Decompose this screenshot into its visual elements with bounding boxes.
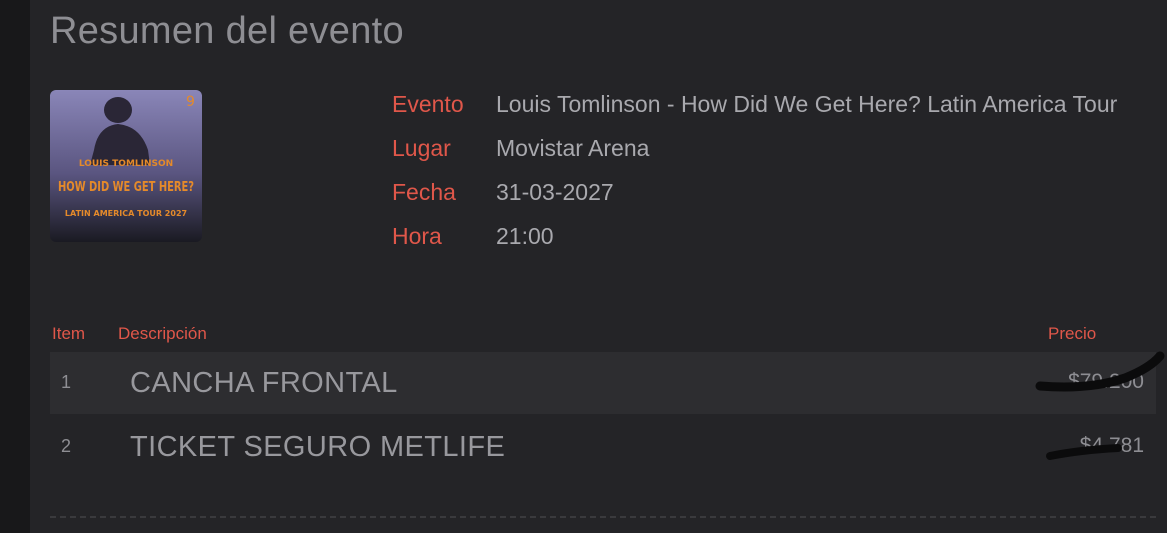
detail-row-event: Evento Louis Tomlinson - How Did We Get … [392, 88, 1152, 120]
header-description: Descripción [118, 324, 207, 343]
row-description: CANCHA FRONTAL [130, 367, 398, 399]
event-summary-panel: Resumen del evento 9 LOUIS TOMLINSON HOW… [0, 0, 1167, 533]
row-price: $79.200 [1068, 370, 1144, 393]
items-table-header: Item Descripción Precio [50, 324, 1156, 348]
table-row: 2 TICKET SEGURO METLIFE $4.781 [50, 416, 1156, 478]
page-title: Resumen del evento [50, 10, 404, 52]
event-poster-image: 9 LOUIS TOMLINSON HOW DID WE GET HERE? L… [50, 90, 202, 242]
row-price: $4.781 [1079, 434, 1144, 457]
place-label: Lugar [392, 135, 451, 161]
event-label: Evento [392, 91, 464, 117]
poster-artist-text: LOUIS TOMLINSON [79, 159, 173, 169]
detail-row-place: Lugar Movistar Arena [392, 132, 1152, 164]
detail-row-date: Fecha 31-03-2027 [392, 176, 1152, 208]
row-description: TICKET SEGURO METLIFE [130, 431, 506, 463]
table-row: 1 CANCHA FRONTAL $79.200 [50, 352, 1156, 414]
header-item: Item [52, 324, 86, 343]
date-label: Fecha [392, 179, 456, 205]
event-details: Evento Louis Tomlinson - How Did We Get … [392, 88, 1152, 252]
place-value: Movistar Arena [496, 135, 650, 161]
row-item-number: 1 [61, 372, 72, 392]
row-item-number: 2 [61, 436, 72, 456]
dashed-divider [50, 516, 1156, 518]
time-value: 21:00 [496, 223, 554, 249]
date-value: 31-03-2027 [496, 179, 614, 205]
svg-text:9: 9 [186, 94, 195, 110]
poster-tour-text: LATIN AMERICA TOUR 2027 [65, 209, 187, 218]
event-value: Louis Tomlinson - How Did We Get Here? L… [496, 91, 1118, 117]
detail-row-time: Hora 21:00 [392, 220, 1152, 252]
header-price: Precio [1048, 324, 1097, 343]
left-edge-strip [0, 0, 30, 533]
poster-headline-text: HOW DID WE GET HERE? [58, 180, 194, 195]
time-label: Hora [392, 223, 442, 249]
